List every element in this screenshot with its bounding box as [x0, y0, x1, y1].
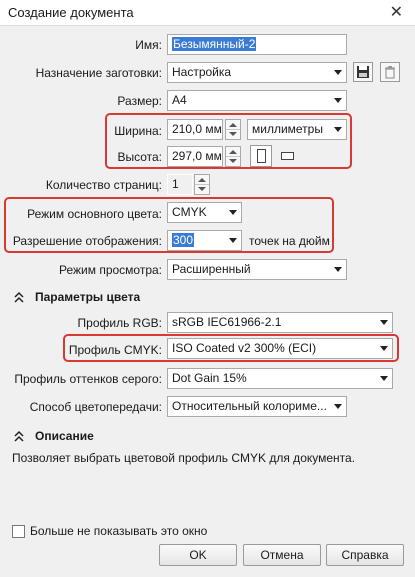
- width-input[interactable]: 210,0 мм: [167, 119, 223, 140]
- chevron-down-icon: [380, 320, 388, 325]
- pages-stepper[interactable]: [194, 174, 210, 195]
- rendering-intent-label: Способ цветопередачи:: [29, 400, 162, 414]
- color-mode-dropdown[interactable]: CMYK: [167, 202, 242, 223]
- close-icon[interactable]: ✕: [390, 2, 403, 22]
- chevron-down-icon: [334, 98, 342, 103]
- size-dropdown[interactable]: A4: [167, 90, 347, 111]
- view-mode-value: Расширенный: [172, 262, 251, 276]
- landscape-orientation-icon[interactable]: [281, 152, 294, 160]
- portrait-icon: [257, 149, 266, 163]
- chevron-down-icon: [229, 132, 237, 136]
- rendering-intent-value: Относительный колориме...: [172, 399, 327, 413]
- height-value: 297,0 мм: [172, 149, 222, 163]
- chevron-down-icon: [229, 210, 237, 215]
- resolution-unit: точек на дюйм: [249, 234, 330, 248]
- resolution-value: 300: [172, 233, 195, 247]
- size-value: A4: [172, 93, 187, 107]
- chevron-up-icon: [229, 123, 237, 127]
- save-preset-button[interactable]: [353, 62, 373, 82]
- chevron-down-icon: [380, 346, 388, 351]
- collapse-chevron-icon[interactable]: [13, 430, 25, 442]
- chevron-down-icon: [229, 159, 237, 163]
- color-mode-value: CMYK: [172, 205, 207, 219]
- chevron-up-icon: [229, 150, 237, 154]
- color-settings-header: Параметры цвета: [35, 290, 141, 304]
- chevron-down-icon: [229, 238, 237, 243]
- gray-profile-dropdown[interactable]: Dot Gain 15%: [167, 368, 393, 389]
- resolution-label: Разрешение отображения:: [12, 234, 162, 248]
- width-stepper[interactable]: [225, 119, 241, 140]
- chevron-down-icon: [334, 404, 342, 409]
- resolution-dropdown[interactable]: 300: [167, 230, 242, 251]
- chevron-down-icon: [334, 70, 342, 75]
- delete-preset-button[interactable]: [380, 62, 400, 82]
- new-document-dialog: Создание документа ✕ Имя: Безымянный-2 Н…: [0, 0, 415, 577]
- pages-value: 1: [172, 177, 179, 191]
- dont-show-checkbox[interactable]: [12, 525, 25, 538]
- cmyk-profile-value: ISO Coated v2 300% (ECI): [172, 341, 317, 355]
- pages-label: Количество страниц:: [45, 178, 162, 192]
- preset-label: Назначение заготовки:: [35, 66, 162, 80]
- height-input[interactable]: 297,0 мм: [167, 146, 223, 167]
- name-input-value: Безымянный-2: [172, 37, 257, 51]
- chevron-down-icon: [334, 127, 342, 132]
- chevron-up-icon: [198, 178, 206, 182]
- height-stepper[interactable]: [225, 146, 241, 167]
- dont-show-label: Больше не показывать это окно: [30, 524, 208, 538]
- name-input[interactable]: Безымянный-2: [167, 34, 347, 55]
- rgb-profile-label: Профиль RGB:: [77, 316, 162, 330]
- pages-input[interactable]: 1: [167, 174, 193, 195]
- chevron-down-icon: [380, 376, 388, 381]
- size-label: Размер:: [117, 94, 162, 108]
- ok-button[interactable]: OK: [159, 544, 237, 566]
- help-button[interactable]: Справка: [326, 544, 404, 566]
- title-bar: Создание документа ✕: [0, 0, 415, 26]
- description-header: Описание: [35, 429, 94, 443]
- cancel-button[interactable]: Отмена: [243, 544, 321, 566]
- rgb-profile-dropdown[interactable]: sRGB IEC61966-2.1: [167, 312, 393, 333]
- rendering-intent-dropdown[interactable]: Относительный колориме...: [167, 396, 347, 417]
- width-label: Ширина:: [114, 124, 162, 138]
- height-label: Высота:: [117, 150, 162, 164]
- save-icon: [357, 66, 369, 78]
- chevron-down-icon: [334, 267, 342, 272]
- units-value: миллиметры: [252, 122, 323, 136]
- preset-value: Настройка: [172, 65, 232, 79]
- view-mode-dropdown[interactable]: Расширенный: [167, 259, 347, 280]
- color-mode-label: Режим основного цвета:: [27, 207, 162, 221]
- name-label: Имя:: [135, 38, 162, 52]
- units-dropdown[interactable]: миллиметры: [247, 119, 347, 140]
- cmyk-profile-dropdown[interactable]: ISO Coated v2 300% (ECI): [167, 338, 393, 359]
- portrait-orientation-button[interactable]: [250, 145, 272, 167]
- description-text: Позволяет выбрать цветовой профиль CMYK …: [12, 451, 356, 465]
- cmyk-profile-label: Профиль CMYK:: [68, 343, 162, 357]
- preset-dropdown[interactable]: Настройка: [167, 62, 347, 83]
- chevron-down-icon: [198, 187, 206, 191]
- gray-profile-value: Dot Gain 15%: [172, 371, 247, 385]
- dialog-title: Создание документа: [8, 5, 134, 20]
- trash-icon: [385, 66, 395, 79]
- rgb-profile-value: sRGB IEC61966-2.1: [172, 315, 282, 329]
- collapse-chevron-icon[interactable]: [13, 291, 25, 303]
- view-mode-label: Режим просмотра:: [58, 263, 162, 277]
- width-value: 210,0 мм: [172, 122, 222, 136]
- gray-profile-label: Профиль оттенков серого:: [14, 372, 162, 386]
